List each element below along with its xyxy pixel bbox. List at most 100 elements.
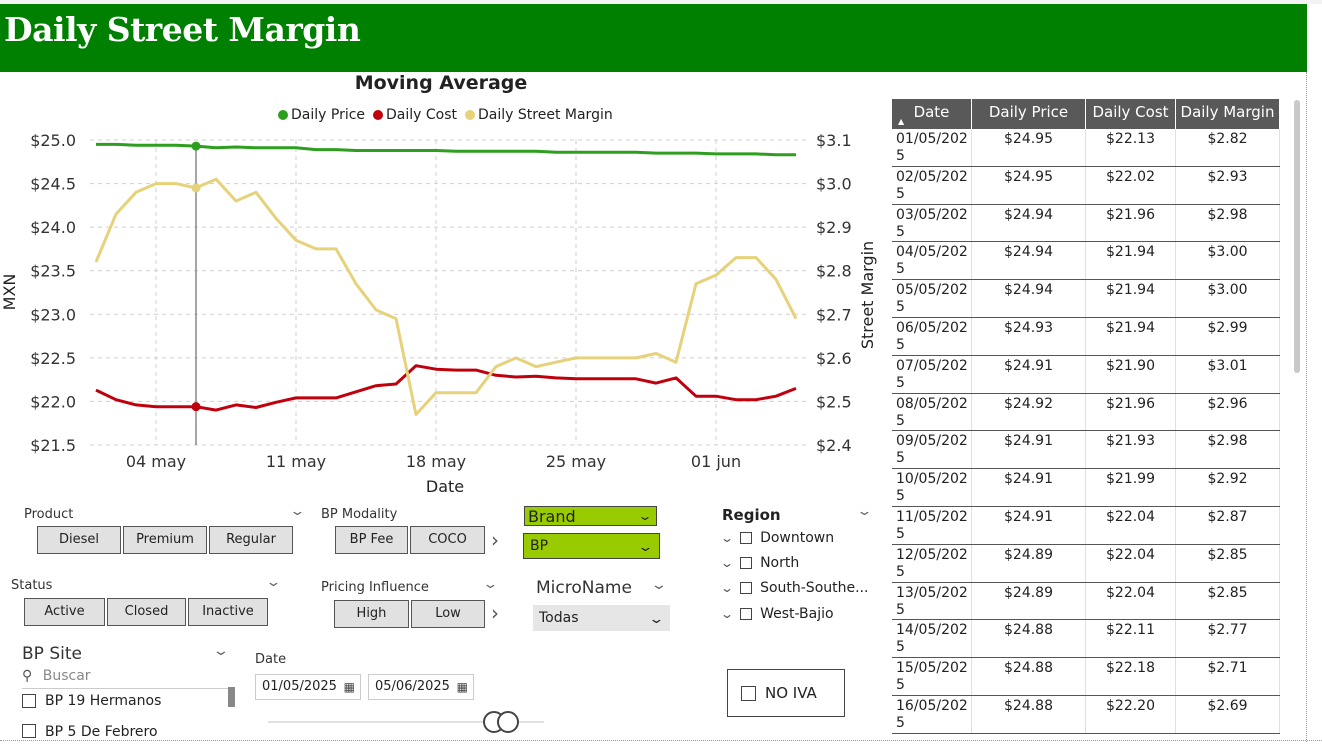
checkbox[interactable]	[740, 557, 753, 569]
expand-icon[interactable]: ⌄	[720, 607, 734, 621]
bp-site-slicer-label: BP Site	[22, 644, 82, 664]
series-line-daily-street-margin[interactable]	[94, 177, 798, 416]
table-row[interactable]: 10/05/2025 $24.91 $21.99 $2.92	[892, 469, 1280, 507]
scroll-right-icon[interactable]: ›	[491, 601, 499, 625]
scroll-right-icon[interactable]: ›	[491, 528, 499, 552]
region-item-north[interactable]: ⌄ North	[720, 555, 799, 571]
legend-item-daily-street-margin[interactable]: Daily Street Margin	[465, 107, 613, 123]
region-item-downtown[interactable]: ⌄ Downtown	[720, 530, 834, 546]
table-row[interactable]: 16/05/2025 $24.88 $22.20 $2.69	[892, 695, 1280, 734]
table-row[interactable]: 02/05/2025 $24.95 $22.02 $2.93	[892, 166, 1280, 205]
table-cell: $24.91	[972, 355, 1086, 393]
table-row[interactable]: 15/05/2025 $24.88 $22.18 $2.71	[892, 658, 1280, 696]
table-cell: 02/05/2025	[892, 166, 972, 204]
table-cell: $24.94	[972, 280, 1086, 317]
table-cell: $24.94	[972, 242, 1086, 280]
table-row[interactable]: 08/05/2025 $24.92 $21.96 $2.96	[892, 393, 1280, 432]
table-row[interactable]: 05/05/2025 $24.94 $21.94 $3.00	[892, 280, 1280, 318]
end-date-input[interactable]: 05/06/2025 ▦	[368, 674, 474, 700]
pricing-influence-low-button[interactable]: Low	[411, 600, 485, 628]
table-row[interactable]: 06/05/2025 $24.93 $21.94 $2.99	[892, 317, 1280, 356]
chevron-down-icon[interactable]: ⌄	[856, 504, 872, 519]
bp-site-item-label: BP 5 De Febrero	[45, 724, 158, 740]
status-closed-button[interactable]: Closed	[107, 598, 186, 626]
column-header-daily-cost[interactable]: Daily Cost	[1086, 99, 1176, 129]
table-cell: $3.01	[1176, 355, 1280, 393]
calendar-icon[interactable]: ▦	[457, 675, 468, 699]
pricing-influence-high-button[interactable]: High	[334, 600, 409, 628]
chart-series[interactable]	[94, 142, 798, 416]
series-line-daily-price[interactable]	[96, 142, 796, 157]
chevron-down-icon[interactable]: ⌄	[650, 577, 668, 593]
brand-dropdown[interactable]: BP ⌄	[523, 533, 660, 559]
chevron-down-icon[interactable]: ⌄	[482, 577, 498, 592]
chevron-down-icon[interactable]: ⌄	[289, 504, 305, 519]
bp-site-item[interactable]: BP 5 De Febrero	[22, 721, 158, 740]
table-cell: $24.91	[972, 431, 1086, 469]
table-row[interactable]: 09/05/2025 $24.91 $21.93 $2.98	[892, 431, 1280, 470]
table-row[interactable]: 07/05/2025 $24.91 $21.90 $3.01	[892, 355, 1280, 394]
product-premium-button[interactable]: Premium	[123, 526, 207, 554]
product-diesel-button[interactable]: Diesel	[37, 526, 121, 554]
table-cell: 06/05/2025	[892, 317, 972, 355]
end-date-value: 05/06/2025	[375, 679, 450, 694]
table-row[interactable]: 13/05/2025 $24.89 $22.04 $2.85	[892, 582, 1280, 621]
checkbox[interactable]	[740, 582, 753, 594]
chevron-down-icon[interactable]: ⌄	[265, 575, 281, 590]
brand-slicer-header[interactable]: Brand ⌄	[524, 506, 657, 526]
checkbox[interactable]	[22, 694, 36, 708]
calendar-icon[interactable]: ▦	[344, 675, 355, 699]
checkbox[interactable]	[22, 724, 36, 738]
table-row[interactable]: 03/05/2025 $24.94 $21.96 $2.98	[892, 204, 1280, 243]
table-row[interactable]: 01/05/2025 $24.95 $22.13 $2.82	[892, 129, 1280, 167]
region-item-west-bajio[interactable]: ⌄ West-Bajio	[720, 606, 834, 622]
product-regular-button[interactable]: Regular	[209, 526, 293, 554]
moving-average-chart[interactable]: $25.0 $24.5 $24.0 $23.5 $23.0 $22.5 $22.0 $21.5…	[0, 125, 882, 500]
microname-dropdown[interactable]: Todas ⌄	[533, 605, 670, 631]
chevron-down-icon: ⌄	[637, 540, 654, 555]
bp-site-scrollbar[interactable]	[228, 687, 235, 707]
bp-modality-bp-fee-button[interactable]: BP Fee	[335, 526, 408, 554]
table-cell: $24.92	[972, 393, 1086, 431]
checkbox[interactable]	[741, 685, 756, 701]
table-cell: $24.89	[972, 544, 1086, 582]
y-tick-label: $24.5	[30, 175, 76, 194]
report-header: Daily Street Margin	[0, 4, 1307, 72]
table-row[interactable]: 11/05/2025 $24.91 $22.04 $2.87	[892, 506, 1280, 545]
chart-legend[interactable]: Daily Price Daily Cost Daily Street Marg…	[278, 107, 613, 123]
column-header-daily-price[interactable]: Daily Price	[972, 99, 1086, 129]
region-item-south-southeast[interactable]: ⌄ South-Southe...	[720, 580, 868, 596]
table-cell: $2.85	[1176, 544, 1280, 582]
series-line-daily-cost[interactable]	[95, 364, 797, 412]
bp-modality-coco-button[interactable]: COCO	[410, 526, 485, 554]
table-row[interactable]: 14/05/2025 $24.88 $22.11 $2.77	[892, 620, 1280, 659]
status-inactive-button[interactable]: Inactive	[188, 598, 268, 626]
checkbox[interactable]	[740, 532, 753, 544]
table-row[interactable]: 12/05/2025 $24.89 $22.04 $2.85	[892, 544, 1280, 583]
y2-tick-label: $3.0	[816, 175, 852, 194]
table-cell: $21.94	[1086, 242, 1176, 280]
legend-item-daily-cost[interactable]: Daily Cost	[373, 107, 457, 123]
no-iva-toggle[interactable]: NO IVA	[727, 669, 845, 717]
expand-icon[interactable]: ⌄	[720, 531, 734, 545]
expand-icon[interactable]: ⌄	[720, 556, 734, 570]
checkbox[interactable]	[740, 608, 753, 620]
bp-site-search[interactable]: ⚲ Buscar	[22, 668, 232, 689]
table-cell: $22.04	[1086, 582, 1176, 620]
table-cell: 04/05/2025	[892, 242, 972, 280]
bp-site-item[interactable]: BP 19 Hermanos	[22, 693, 161, 709]
table-cell: $22.20	[1086, 695, 1176, 733]
expand-icon[interactable]: ⌄	[720, 581, 734, 595]
chevron-down-icon[interactable]: ⌄	[212, 643, 230, 659]
table-cell: 01/05/2025	[892, 129, 972, 166]
status-active-button[interactable]: Active	[24, 598, 105, 626]
date-slider-handle-end[interactable]	[497, 711, 519, 733]
daily-margin-table[interactable]: ▲ Date Daily Price Daily Cost Daily Margi…	[892, 99, 1280, 734]
column-header-daily-margin[interactable]: Daily Margin	[1176, 99, 1280, 129]
column-header-date[interactable]: ▲ Date	[892, 99, 972, 129]
legend-item-daily-price[interactable]: Daily Price	[278, 107, 365, 123]
table-scrollbar[interactable]	[1294, 100, 1300, 373]
table-row[interactable]: 04/05/2025 $24.94 $21.94 $3.00	[892, 242, 1280, 281]
date-slicer-label: Date	[255, 652, 287, 667]
start-date-input[interactable]: 01/05/2025 ▦	[255, 674, 361, 700]
